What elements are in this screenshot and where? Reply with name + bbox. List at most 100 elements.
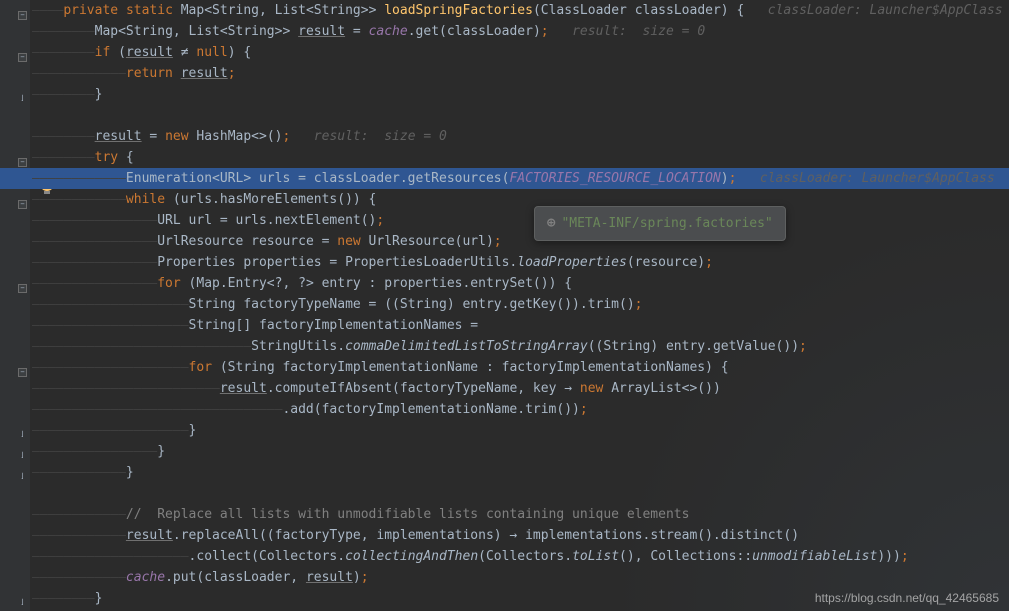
code-text: Properties properties = PropertiesLoader… bbox=[157, 255, 517, 270]
code-text: = bbox=[142, 129, 165, 144]
code-text: .collect(Collectors. bbox=[189, 549, 346, 564]
code-text: ( bbox=[110, 45, 126, 60]
code-text: (resource) bbox=[627, 255, 705, 270]
fold-marker[interactable]: ⌋ bbox=[18, 431, 27, 440]
field: cache bbox=[369, 24, 408, 39]
static-method: collectingAndThen bbox=[345, 549, 478, 564]
code-text: .put(classLoader, bbox=[165, 570, 306, 585]
semicolon: ; bbox=[901, 549, 909, 564]
semicolon: ; bbox=[705, 255, 713, 270]
code-editor: − − ⌋ − − − − ⌋ ⌋ ⌋ ⌋ ————private static… bbox=[0, 0, 1009, 611]
brace: } bbox=[126, 465, 134, 480]
value-tooltip[interactable]: ⊕ "META-INF/spring.factories" bbox=[534, 206, 786, 241]
keyword: for bbox=[189, 360, 212, 375]
tooltip-value: "META-INF/spring.factories" bbox=[561, 213, 772, 234]
code-text: ArrayList<>()) bbox=[603, 381, 720, 396]
code-text: (), Collections:: bbox=[619, 549, 752, 564]
comment: // Replace all lists with unmodifiable l… bbox=[126, 507, 690, 522]
semicolon: ; bbox=[635, 297, 643, 312]
code-text: Map<String, List<String>> bbox=[173, 3, 384, 18]
code-area[interactable]: ————private static Map<String, List<Stri… bbox=[30, 0, 1009, 611]
semicolon: ; bbox=[799, 339, 807, 354]
fold-marker[interactable]: − bbox=[18, 200, 27, 209]
variable: result bbox=[95, 129, 142, 144]
code-text: ) bbox=[721, 171, 729, 186]
code-text: = bbox=[345, 24, 368, 39]
static-method: toList bbox=[572, 549, 619, 564]
inline-hint: result: size = 0 bbox=[549, 24, 706, 39]
semicolon: ; bbox=[494, 234, 502, 249]
fold-marker[interactable]: − bbox=[18, 368, 27, 377]
keyword: if bbox=[95, 45, 111, 60]
code-text: UrlResource resource = bbox=[157, 234, 337, 249]
brace: } bbox=[95, 87, 103, 102]
code-text: (ClassLoader classLoader) { bbox=[533, 3, 768, 18]
code-text: UrlResource(url) bbox=[361, 234, 494, 249]
code-text: HashMap<>() bbox=[189, 129, 283, 144]
code-text: (urls.hasMoreElements()) { bbox=[165, 192, 376, 207]
variable: result bbox=[126, 45, 173, 60]
semicolon: ; bbox=[361, 570, 369, 585]
fold-marker[interactable]: ⌋ bbox=[18, 95, 27, 104]
static-method: loadProperties bbox=[517, 255, 627, 270]
code-text: ))) bbox=[877, 549, 900, 564]
code-text bbox=[173, 45, 181, 60]
variable: result bbox=[126, 528, 173, 543]
keyword: new bbox=[580, 381, 603, 396]
fold-marker[interactable]: − bbox=[18, 11, 27, 20]
fold-marker[interactable]: − bbox=[18, 284, 27, 293]
code-text: ((String) entry.getValue()) bbox=[588, 339, 799, 354]
keyword: while bbox=[126, 192, 165, 207]
code-text: Enumeration<URL> urls = classLoader.getR… bbox=[126, 171, 510, 186]
field: cache bbox=[126, 570, 165, 585]
inline-hint: result: size = 0 bbox=[290, 129, 447, 144]
fold-marker[interactable]: − bbox=[18, 158, 27, 167]
code-text: URL url = urls.nextElement() bbox=[157, 213, 376, 228]
method-name: loadSpringFactories bbox=[384, 3, 533, 18]
code-text: .computeIfAbsent(factoryTypeName, key → bbox=[267, 381, 580, 396]
semicolon: ; bbox=[580, 402, 588, 417]
operator: ≠ bbox=[181, 45, 189, 60]
code-text: String[] factoryImplementationNames = bbox=[189, 318, 479, 333]
code-text: StringUtils. bbox=[251, 339, 345, 354]
keyword: null bbox=[196, 45, 227, 60]
fold-marker[interactable]: ⌋ bbox=[18, 452, 27, 461]
keyword: static bbox=[126, 3, 173, 18]
variable: result bbox=[220, 381, 267, 396]
code-text: ) { bbox=[228, 45, 251, 60]
code-text: .add(factoryImplementationName.trim()) bbox=[282, 402, 579, 417]
variable: result bbox=[298, 24, 345, 39]
keyword: for bbox=[157, 276, 180, 291]
gutter: − − ⌋ − − − − ⌋ ⌋ ⌋ ⌋ bbox=[0, 0, 30, 611]
code-text: String factoryTypeName = ((String) entry… bbox=[189, 297, 635, 312]
semicolon: ; bbox=[376, 213, 384, 228]
code-text: .get(classLoader) bbox=[408, 24, 541, 39]
fold-marker[interactable]: ⌋ bbox=[18, 599, 27, 608]
brace: } bbox=[95, 591, 103, 606]
keyword: new bbox=[165, 129, 188, 144]
constant: FACTORIES_RESOURCE_LOCATION bbox=[509, 171, 720, 186]
variable: result bbox=[306, 570, 353, 585]
fold-marker[interactable]: ⌋ bbox=[18, 473, 27, 482]
inline-hint: classLoader: Launcher$AppClass bbox=[736, 171, 994, 186]
code-text: .replaceAll((factoryType, implementation… bbox=[173, 528, 799, 543]
keyword: new bbox=[337, 234, 360, 249]
keyword: private bbox=[63, 3, 118, 18]
semicolon: ; bbox=[228, 66, 236, 81]
code-text: (String factoryImplementationName : fact… bbox=[212, 360, 729, 375]
fold-marker[interactable]: − bbox=[18, 53, 27, 62]
code-text: ) bbox=[353, 570, 361, 585]
variable: result bbox=[181, 66, 228, 81]
code-text: (Map.Entry<?, ?> entry : properties.entr… bbox=[181, 276, 572, 291]
brace: } bbox=[157, 444, 165, 459]
code-text bbox=[173, 66, 181, 81]
keyword: return bbox=[126, 66, 173, 81]
code-text: (Collectors. bbox=[478, 549, 572, 564]
static-method: unmodifiableList bbox=[752, 549, 877, 564]
code-text: { bbox=[118, 150, 134, 165]
semicolon: ; bbox=[541, 24, 549, 39]
static-method: commaDelimitedListToStringArray bbox=[345, 339, 588, 354]
keyword: try bbox=[95, 150, 118, 165]
expand-icon[interactable]: ⊕ bbox=[547, 213, 555, 234]
code-text: Map<String, List<String>> bbox=[95, 24, 299, 39]
